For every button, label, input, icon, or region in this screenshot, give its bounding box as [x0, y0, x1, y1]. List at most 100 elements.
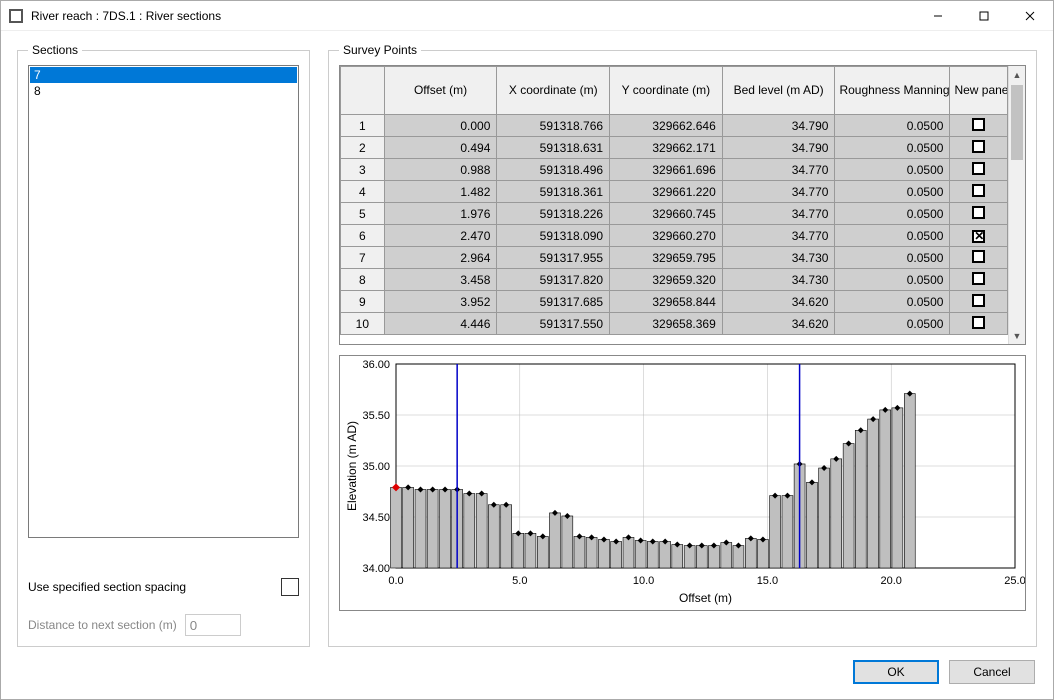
row-number[interactable]: 8	[341, 269, 385, 291]
table-row[interactable]: 41.482591318.361329661.22034.7700.0500	[341, 181, 1008, 203]
cell-panel[interactable]	[950, 115, 1008, 137]
cell-offset[interactable]: 0.988	[384, 159, 497, 181]
table-scrollbar[interactable]: ▲ ▼	[1008, 66, 1025, 344]
cell-panel[interactable]	[950, 291, 1008, 313]
cell-bed[interactable]: 34.730	[722, 269, 835, 291]
col-header-offset[interactable]: Offset (m)	[384, 67, 497, 115]
table-row[interactable]: 20.494591318.631329662.17134.7900.0500	[341, 137, 1008, 159]
cell-y[interactable]: 329658.844	[610, 291, 723, 313]
cell-panel[interactable]	[950, 181, 1008, 203]
cell-bed[interactable]: 34.770	[722, 159, 835, 181]
cell-x[interactable]: 591317.685	[497, 291, 610, 313]
row-number[interactable]: 10	[341, 313, 385, 335]
cell-offset[interactable]: 2.470	[384, 225, 497, 247]
section-item[interactable]: 8	[30, 83, 297, 99]
cell-x[interactable]: 591318.090	[497, 225, 610, 247]
survey-table[interactable]: Offset (m) X coordinate (m) Y coordinate…	[340, 66, 1008, 335]
cell-roughness[interactable]: 0.0500	[835, 247, 950, 269]
minimize-button[interactable]	[915, 1, 961, 31]
cell-x[interactable]: 591318.226	[497, 203, 610, 225]
row-number[interactable]: 9	[341, 291, 385, 313]
cell-roughness[interactable]: 0.0500	[835, 159, 950, 181]
cell-roughness[interactable]: 0.0500	[835, 225, 950, 247]
cell-y[interactable]: 329661.696	[610, 159, 723, 181]
cell-offset[interactable]: 3.458	[384, 269, 497, 291]
table-row[interactable]: 93.952591317.685329658.84434.6200.0500	[341, 291, 1008, 313]
cell-bed[interactable]: 34.770	[722, 181, 835, 203]
cell-x[interactable]: 591318.631	[497, 137, 610, 159]
sections-list[interactable]: 78	[28, 65, 299, 538]
cell-offset[interactable]: 1.482	[384, 181, 497, 203]
cell-y[interactable]: 329659.320	[610, 269, 723, 291]
col-header-bed[interactable]: Bed level (m AD)	[722, 67, 835, 115]
cell-offset[interactable]: 3.952	[384, 291, 497, 313]
cell-y[interactable]: 329659.795	[610, 247, 723, 269]
cell-panel[interactable]	[950, 203, 1008, 225]
scroll-thumb[interactable]	[1011, 85, 1023, 160]
cell-bed[interactable]: 34.620	[722, 313, 835, 335]
cell-y[interactable]: 329658.369	[610, 313, 723, 335]
close-button[interactable]	[1007, 1, 1053, 31]
cell-roughness[interactable]: 0.0500	[835, 291, 950, 313]
cell-offset[interactable]: 1.976	[384, 203, 497, 225]
cell-x[interactable]: 591318.361	[497, 181, 610, 203]
cell-y[interactable]: 329660.270	[610, 225, 723, 247]
cell-panel[interactable]	[950, 137, 1008, 159]
cell-bed[interactable]: 34.790	[722, 115, 835, 137]
row-number[interactable]: 7	[341, 247, 385, 269]
cell-panel[interactable]	[950, 313, 1008, 335]
cell-bed[interactable]: 34.770	[722, 203, 835, 225]
cell-roughness[interactable]: 0.0500	[835, 137, 950, 159]
cell-offset[interactable]: 0.000	[384, 115, 497, 137]
cell-bed[interactable]: 34.620	[722, 291, 835, 313]
cell-y[interactable]: 329662.171	[610, 137, 723, 159]
col-header-x[interactable]: X coordinate (m)	[497, 67, 610, 115]
cell-offset[interactable]: 4.446	[384, 313, 497, 335]
cell-panel[interactable]	[950, 247, 1008, 269]
cell-bed[interactable]: 34.730	[722, 247, 835, 269]
cell-y[interactable]: 329661.220	[610, 181, 723, 203]
cell-bed[interactable]: 34.770	[722, 225, 835, 247]
row-number[interactable]: 2	[341, 137, 385, 159]
cell-x[interactable]: 591317.820	[497, 269, 610, 291]
cell-panel[interactable]	[950, 159, 1008, 181]
table-row[interactable]: 104.446591317.550329658.36934.6200.0500	[341, 313, 1008, 335]
col-header-y[interactable]: Y coordinate (m)	[610, 67, 723, 115]
cell-offset[interactable]: 2.964	[384, 247, 497, 269]
cancel-button[interactable]: Cancel	[949, 660, 1035, 684]
row-number[interactable]: 4	[341, 181, 385, 203]
table-row[interactable]: 51.976591318.226329660.74534.7700.0500	[341, 203, 1008, 225]
cell-x[interactable]: 591317.955	[497, 247, 610, 269]
col-header-rownum[interactable]	[341, 67, 385, 115]
cell-panel[interactable]: ✕	[950, 225, 1008, 247]
cell-roughness[interactable]: 0.0500	[835, 269, 950, 291]
section-item[interactable]: 7	[30, 67, 297, 83]
cell-x[interactable]: 591318.766	[497, 115, 610, 137]
cell-panel[interactable]	[950, 269, 1008, 291]
cell-roughness[interactable]: 0.0500	[835, 203, 950, 225]
cell-bed[interactable]: 34.790	[722, 137, 835, 159]
table-row[interactable]: 30.988591318.496329661.69634.7700.0500	[341, 159, 1008, 181]
cell-y[interactable]: 329662.646	[610, 115, 723, 137]
col-header-panel[interactable]: New panel	[950, 67, 1008, 115]
table-row[interactable]: 72.964591317.955329659.79534.7300.0500	[341, 247, 1008, 269]
cell-x[interactable]: 591317.550	[497, 313, 610, 335]
scroll-up-icon[interactable]: ▲	[1009, 66, 1025, 83]
cell-offset[interactable]: 0.494	[384, 137, 497, 159]
table-row[interactable]: 10.000591318.766329662.64634.7900.0500	[341, 115, 1008, 137]
cell-roughness[interactable]: 0.0500	[835, 313, 950, 335]
row-number[interactable]: 6	[341, 225, 385, 247]
table-row[interactable]: 62.470591318.090329660.27034.7700.0500✕	[341, 225, 1008, 247]
cell-y[interactable]: 329660.745	[610, 203, 723, 225]
cell-roughness[interactable]: 0.0500	[835, 115, 950, 137]
row-number[interactable]: 5	[341, 203, 385, 225]
maximize-button[interactable]	[961, 1, 1007, 31]
col-header-roughness[interactable]: Roughness Manning's n	[835, 67, 950, 115]
row-number[interactable]: 1	[341, 115, 385, 137]
cell-x[interactable]: 591318.496	[497, 159, 610, 181]
row-number[interactable]: 3	[341, 159, 385, 181]
ok-button[interactable]: OK	[853, 660, 939, 684]
cell-roughness[interactable]: 0.0500	[835, 181, 950, 203]
table-row[interactable]: 83.458591317.820329659.32034.7300.0500	[341, 269, 1008, 291]
scroll-down-icon[interactable]: ▼	[1009, 327, 1025, 344]
